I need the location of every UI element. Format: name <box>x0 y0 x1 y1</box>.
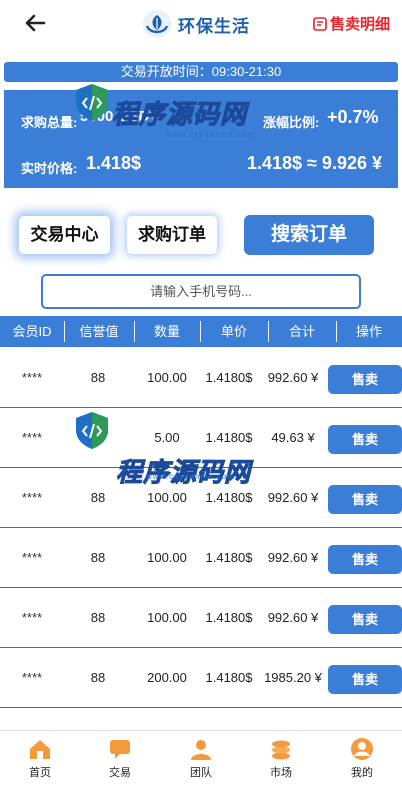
orders-table-header: 会员ID 信誉值 数量 单价 合计 操作 <box>0 316 402 347</box>
top-header: 环保生活 售卖明细 <box>0 0 402 48</box>
total-amount: 992.60 ¥ <box>267 490 319 505</box>
table-row: **** 88 100.00 1.4180$ 992.60 ¥ 售卖 <box>0 528 402 588</box>
member-id: **** <box>21 370 43 385</box>
quantity: 100.00 <box>147 370 187 385</box>
total-buy-value: 5000 USDT <box>80 108 159 125</box>
coins-icon <box>272 740 290 760</box>
sell-detail-label: 售卖明细 <box>329 16 390 33</box>
profile-icon <box>351 738 373 760</box>
brand: 环保生活 <box>142 9 250 39</box>
home-icon <box>30 740 50 759</box>
phone-search-input[interactable]: 请输入手机号码... <box>41 274 361 309</box>
credit-value: 88 <box>90 550 106 565</box>
col-header-unit-price: 单价 <box>220 324 247 339</box>
sell-button[interactable]: 售卖 <box>328 485 402 514</box>
unit-price: 1.4180$ <box>205 370 253 385</box>
document-icon <box>313 16 327 31</box>
table-row: **** 88 100.00 1.4180$ 992.60 ¥ 售卖 <box>0 348 402 408</box>
quantity: 200.00 <box>147 670 187 685</box>
member-id: **** <box>21 550 43 565</box>
unit-price: 1.4180$ <box>205 550 253 565</box>
quantity: 100.00 <box>147 490 187 505</box>
search-orders-button[interactable]: 搜索订单 <box>244 215 374 255</box>
table-row: **** 88 200.00 1.4180$ 1985.20 ¥ 售卖 <box>0 648 402 708</box>
quantity: 100.00 <box>147 550 187 565</box>
trading-hours-bar: 交易开放时间：09:30-21:30 <box>4 62 398 82</box>
rise-ratio-value: +0.7% <box>327 107 379 127</box>
col-header-credit: 信誉值 <box>79 324 119 339</box>
live-price-value: 1.418$ <box>86 153 142 173</box>
leaf-logo-icon <box>143 10 171 38</box>
nav-label: 市场 <box>270 767 292 779</box>
sell-detail-link[interactable]: 售卖明细 <box>313 13 390 34</box>
team-icon <box>191 740 211 760</box>
member-id: **** <box>21 610 43 625</box>
credit-value: 88 <box>90 490 106 505</box>
total-amount: 992.60 ¥ <box>267 550 319 565</box>
credit-value: 88 <box>90 370 106 385</box>
table-row: **** 88 5.00 1.4180$ 49.63 ¥ 售卖 <box>0 408 402 468</box>
credit-value: 88 <box>90 430 106 445</box>
nav-item-team[interactable]: 团队 <box>171 737 231 780</box>
quantity: 5.00 <box>154 430 180 445</box>
nav-item-trade[interactable]: 交易 <box>90 737 150 780</box>
sell-button[interactable]: 售卖 <box>328 665 402 694</box>
col-header-total: 合计 <box>288 324 315 339</box>
total-amount: 1985.20 ¥ <box>264 670 322 685</box>
app-title: 环保生活 <box>178 16 250 36</box>
unit-price: 1.4180$ <box>205 490 253 505</box>
price-conversion: 1.418$ ≈ 9.926 ¥ <box>247 153 382 173</box>
sell-button[interactable]: 售卖 <box>328 545 402 574</box>
col-header-quantity: 数量 <box>153 324 180 339</box>
nav-label: 我的 <box>351 767 373 779</box>
nav-item-market[interactable]: 市场 <box>251 737 311 780</box>
nav-label: 首页 <box>29 767 51 779</box>
sell-button[interactable]: 售卖 <box>328 365 402 394</box>
member-id: **** <box>21 670 43 685</box>
app-page: 环保生活 售卖明细 交易开放时间：09:30-21:30 求购总量: 5000 … <box>0 0 402 786</box>
quantity: 100.00 <box>147 610 187 625</box>
chat-icon <box>110 740 130 759</box>
nav-item-home[interactable]: 首页 <box>10 737 70 780</box>
col-header-member-id: 会员ID <box>12 324 52 339</box>
credit-value: 88 <box>90 670 106 685</box>
unit-price: 1.4180$ <box>205 610 253 625</box>
total-amount: 49.63 ¥ <box>271 430 315 445</box>
tab-buy-orders[interactable]: 求购订单 <box>127 216 217 254</box>
total-buy-label: 求购总量: <box>21 115 78 130</box>
table-row: **** 88 100.00 1.4180$ 992.60 ¥ 售卖 <box>0 468 402 528</box>
rise-ratio-label: 涨幅比例: <box>263 115 320 130</box>
market-stats-panel: 求购总量: 5000 USDT 涨幅比例: +0.7% 实时价格: 1.418$… <box>4 90 398 188</box>
tab-trade-center[interactable]: 交易中心 <box>19 216 110 254</box>
member-id: **** <box>21 430 43 445</box>
bottom-navigation: 首页 交易 团队 市场 我的 <box>0 730 402 786</box>
table-row: **** 88 100.00 1.4180$ 992.60 ¥ 售卖 <box>0 588 402 648</box>
sell-button[interactable]: 售卖 <box>328 605 402 634</box>
col-header-action: 操作 <box>355 324 382 339</box>
unit-price: 1.4180$ <box>205 430 253 445</box>
nav-item-profile[interactable]: 我的 <box>332 737 392 780</box>
total-amount: 992.60 ¥ <box>267 370 319 385</box>
nav-label: 团队 <box>190 767 212 779</box>
nav-label: 交易 <box>109 767 131 779</box>
sell-button[interactable]: 售卖 <box>328 425 402 454</box>
member-id: **** <box>21 490 43 505</box>
live-price-label: 实时价格: <box>21 161 78 176</box>
unit-price: 1.4180$ <box>205 670 253 685</box>
back-arrow-icon[interactable] <box>22 10 48 36</box>
total-amount: 992.60 ¥ <box>267 610 319 625</box>
credit-value: 88 <box>90 610 106 625</box>
